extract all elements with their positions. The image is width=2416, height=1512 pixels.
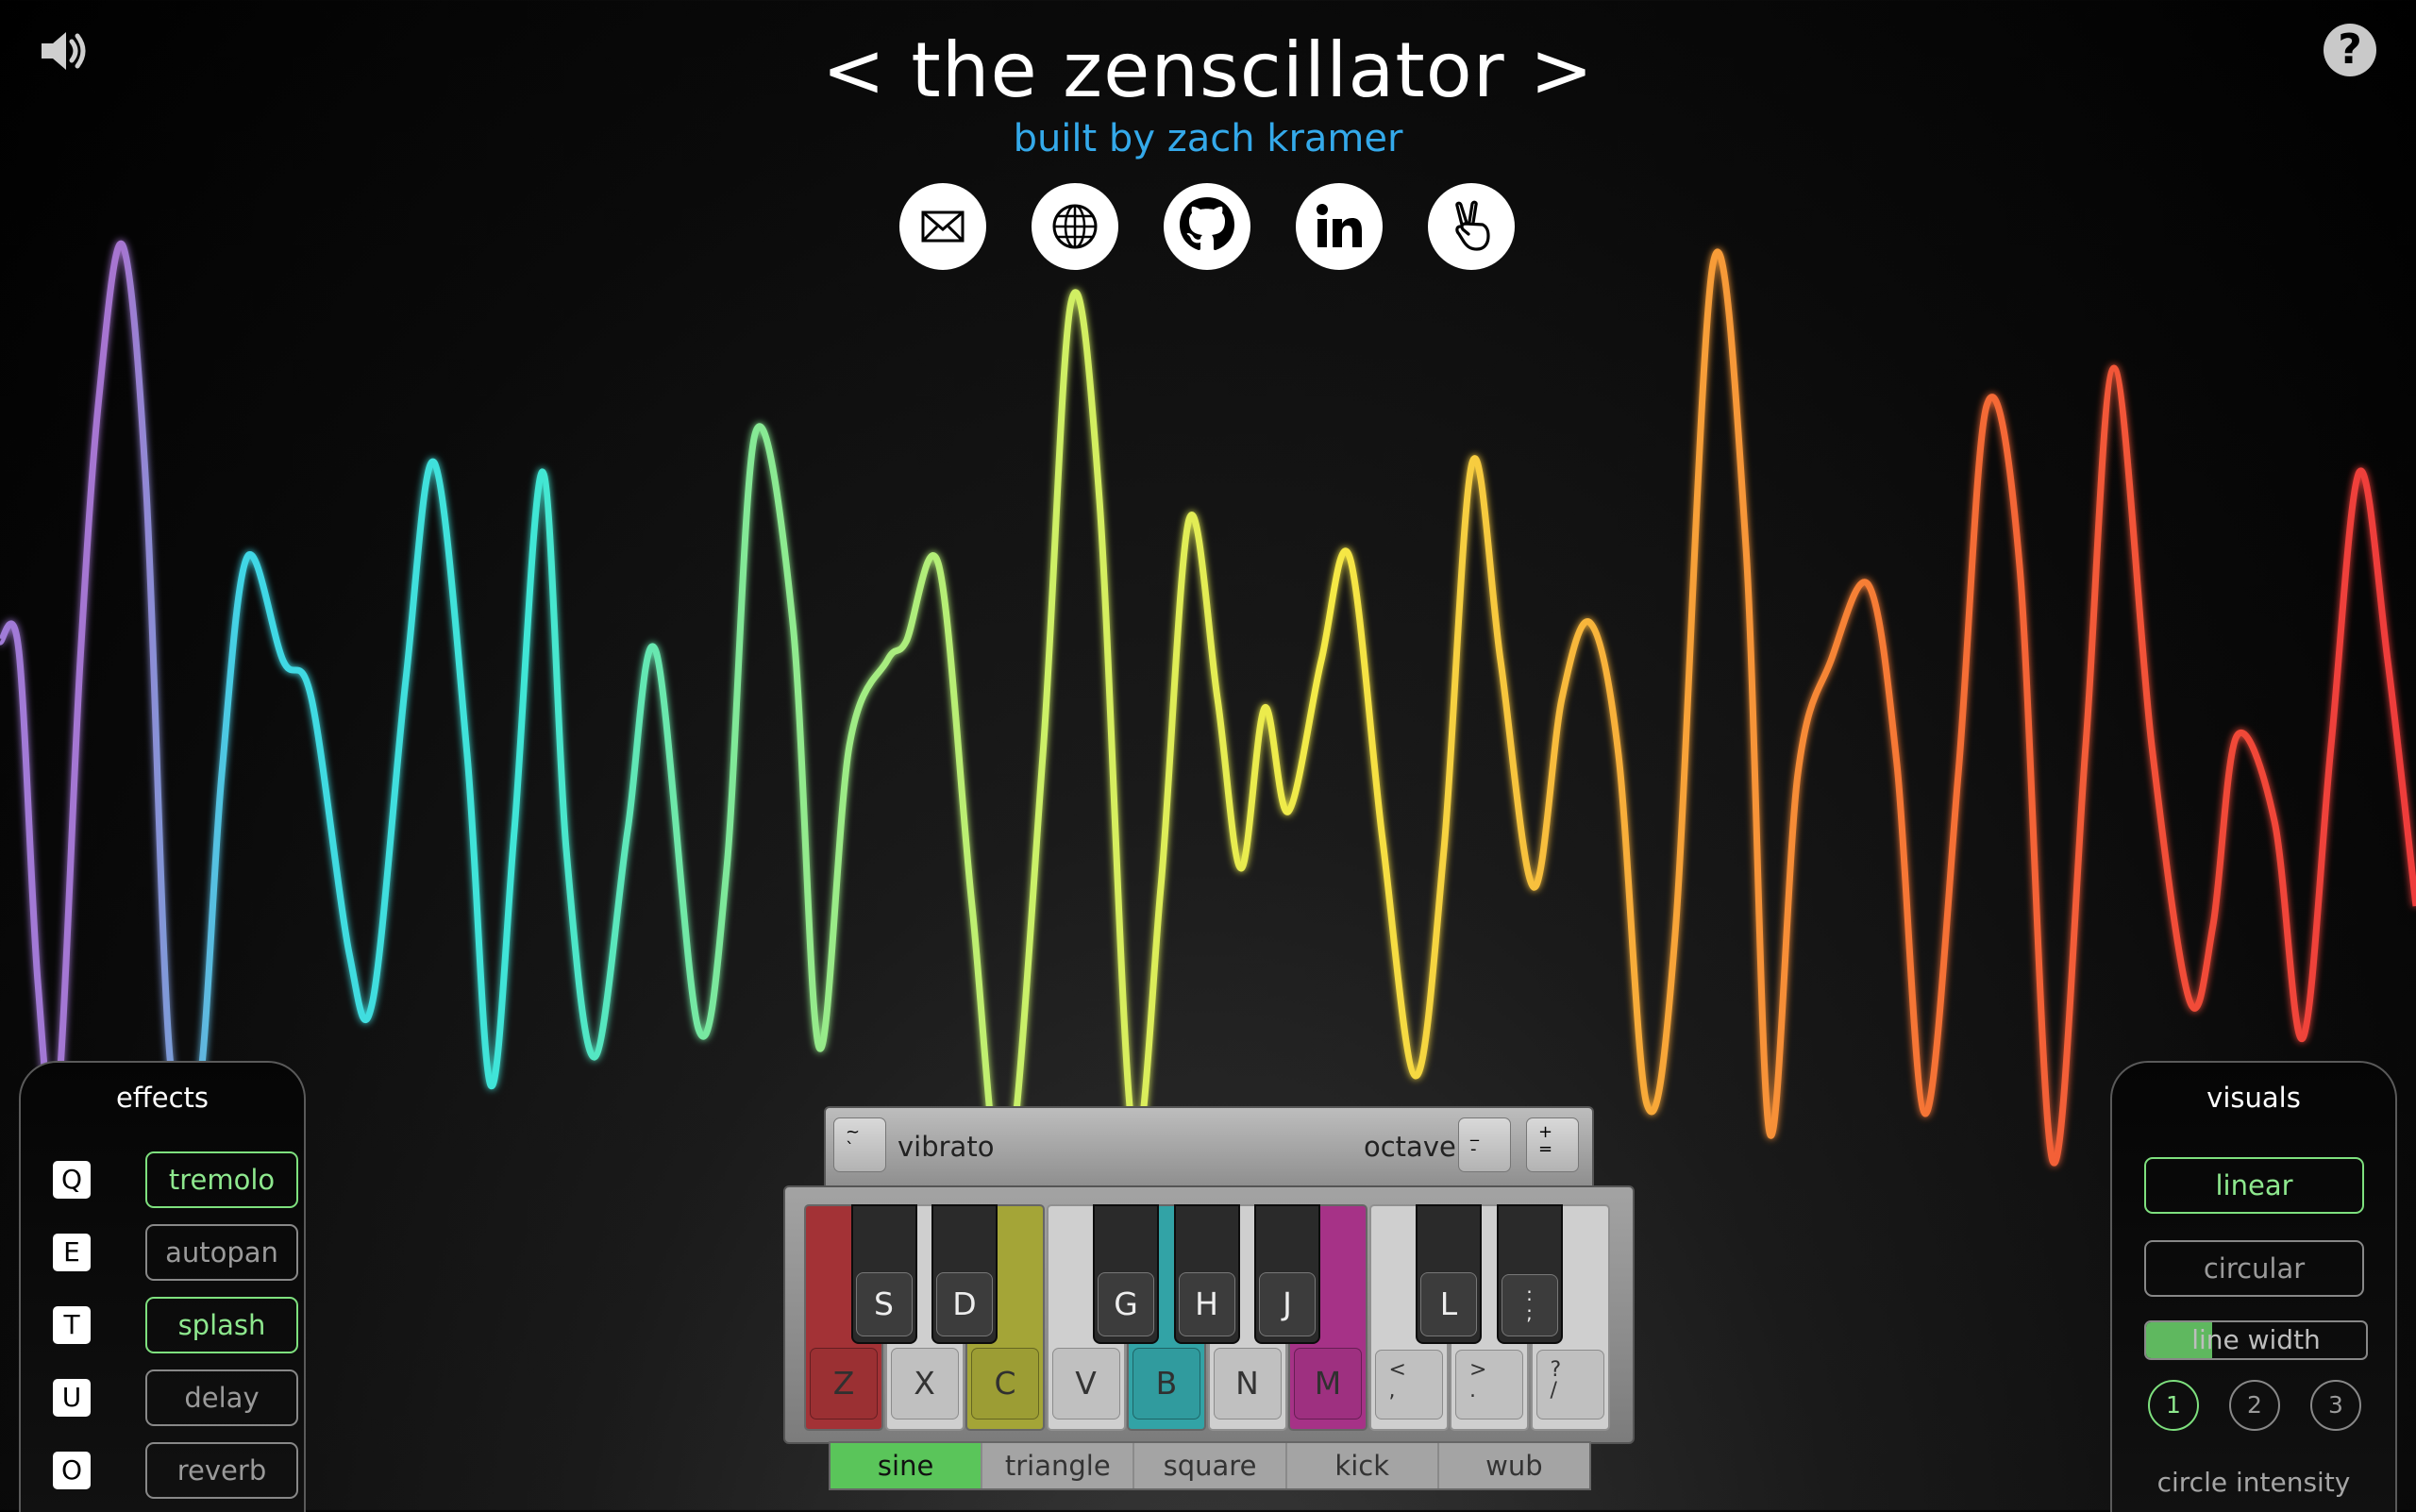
waveform-tab-sine[interactable]: sine — [830, 1443, 983, 1488]
keyboard-control-bar: ~ ` vibrato octave _ - + = — [824, 1106, 1594, 1189]
effect-key: T — [53, 1306, 91, 1344]
vibrato-key[interactable]: ~ ` — [833, 1117, 886, 1172]
white-key-label: M — [1294, 1348, 1362, 1420]
waveform-tab-square[interactable]: square — [1134, 1443, 1287, 1488]
effect-key: O — [53, 1452, 91, 1489]
effect-autopan-button[interactable]: autopan — [145, 1224, 298, 1281]
angellist-icon[interactable] — [1428, 183, 1515, 270]
author-subtitle: built by zach kramer — [1013, 117, 1403, 160]
circle-intensity-1[interactable]: 1 — [2148, 1380, 2199, 1431]
github-icon[interactable] — [1164, 183, 1250, 270]
black-key[interactable]: H — [1173, 1204, 1240, 1344]
black-key[interactable]: : ; — [1496, 1204, 1563, 1344]
black-key-label: L — [1420, 1272, 1477, 1336]
piano-keyboard: Z X C V B N M < , > .? / S D G H J L : ; — [783, 1185, 1635, 1444]
effects-panel: effects Qtremolo Eautopan Tsplash Udelay Ore… — [19, 1061, 306, 1512]
waveform-tab-wub[interactable]: wub — [1439, 1443, 1589, 1488]
black-key[interactable]: D — [931, 1204, 998, 1344]
line-width-slider[interactable]: line width — [2144, 1320, 2368, 1360]
effect-tremolo-button[interactable]: tremolo — [145, 1151, 298, 1208]
linkedin-icon[interactable] — [1296, 183, 1383, 270]
black-key[interactable]: S — [850, 1204, 917, 1344]
line-width-label: line width — [2191, 1324, 2321, 1355]
white-key-label: < , — [1374, 1350, 1443, 1420]
globe-icon[interactable] — [1032, 183, 1118, 270]
black-key-label: J — [1259, 1272, 1316, 1336]
effects-title: effects — [115, 1082, 210, 1114]
effect-key: E — [53, 1234, 91, 1271]
white-key-label: B — [1132, 1348, 1200, 1420]
black-key-label: D — [936, 1272, 993, 1336]
white-key-label: ? / — [1535, 1350, 1604, 1420]
visuals-title: visuals — [2206, 1082, 2301, 1114]
waveform-tab-kick[interactable]: kick — [1287, 1443, 1439, 1488]
effect-key: Q — [53, 1161, 91, 1199]
white-key-label: N — [1213, 1348, 1282, 1420]
effect-delay-button[interactable]: delay — [145, 1369, 298, 1426]
octave-down-bottom: - — [1470, 1139, 1477, 1159]
white-key-label: X — [890, 1348, 959, 1420]
black-key-label: : ; — [1501, 1274, 1558, 1336]
black-key[interactable]: G — [1093, 1204, 1159, 1344]
circle-intensity-label: circle intensity — [2156, 1467, 2351, 1498]
circle-intensity-3[interactable]: 3 — [2310, 1380, 2361, 1431]
circular-mode-button[interactable]: circular — [2144, 1240, 2364, 1297]
effect-reverb-button[interactable]: reverb — [145, 1442, 298, 1499]
black-key[interactable]: J — [1254, 1204, 1320, 1344]
octave-label: octave — [1364, 1131, 1456, 1163]
white-key-label: > . — [1455, 1350, 1523, 1420]
black-key-label: S — [855, 1272, 913, 1336]
octave-down-key[interactable]: _ - — [1458, 1117, 1511, 1172]
black-key-label: G — [1098, 1272, 1154, 1336]
white-key-label: Z — [810, 1348, 878, 1420]
waveform-line — [0, 240, 2416, 1195]
octave-up-key[interactable]: + = — [1526, 1117, 1579, 1172]
circle-intensity-2[interactable]: 2 — [2229, 1380, 2280, 1431]
visuals-panel: visuals linear circular line width 1 2 3… — [2110, 1061, 2397, 1512]
black-key-label: H — [1178, 1272, 1235, 1336]
black-key[interactable]: L — [1416, 1204, 1482, 1344]
linear-mode-button[interactable]: linear — [2144, 1157, 2364, 1214]
page-title: < the zenscillator > — [821, 26, 1595, 114]
white-key-label: V — [1051, 1348, 1120, 1420]
social-links — [899, 183, 1515, 270]
vibrato-label: vibrato — [898, 1131, 995, 1163]
white-key-label: C — [971, 1348, 1039, 1420]
waveform-selector: sine triangle square kick wub — [829, 1441, 1591, 1490]
mail-icon[interactable] — [899, 183, 986, 270]
vibrato-key-bottom: ` — [846, 1139, 854, 1159]
waveform-tab-triangle[interactable]: triangle — [982, 1443, 1135, 1488]
effect-key: U — [53, 1379, 91, 1417]
effect-splash-button[interactable]: splash — [145, 1297, 298, 1353]
octave-up-bottom: = — [1538, 1139, 1553, 1159]
